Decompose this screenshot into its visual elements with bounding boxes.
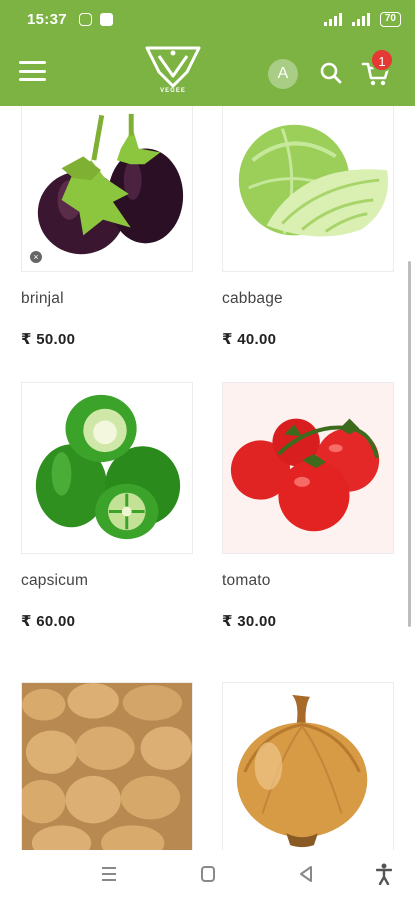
product-card-brinjal[interactable]: × brinjal ₹ 50.00	[21, 106, 193, 348]
product-card-onion[interactable]	[222, 682, 394, 850]
status-bar: 15:37 70	[0, 0, 415, 38]
product-name: cabbage	[222, 290, 283, 307]
home-button[interactable]	[200, 865, 216, 888]
recents-button[interactable]	[101, 865, 117, 888]
search-icon	[320, 62, 342, 84]
scrollbar[interactable]	[408, 261, 411, 627]
app-logo[interactable]: VEGEE	[143, 42, 203, 100]
product-card-cabbage[interactable]: cabbage ₹ 40.00	[222, 106, 394, 348]
message-icon	[99, 12, 113, 26]
product-card-potato[interactable]	[21, 682, 193, 850]
hamburger-icon-line	[19, 69, 46, 73]
product-grid: × brinjal ₹ 50.00 cabbage ₹ 40.00 capsic…	[0, 106, 415, 850]
product-image-capsicum[interactable]	[21, 382, 193, 554]
product-image-tomato[interactable]	[222, 382, 394, 554]
recents-icon	[102, 867, 116, 881]
app-header: VEGEE A 1	[0, 38, 415, 106]
notification-icons	[78, 12, 113, 26]
accessibility-icon	[375, 863, 393, 886]
product-price: ₹ 60.00	[21, 613, 76, 630]
product-price: ₹ 40.00	[222, 331, 277, 348]
avatar[interactable]: A	[268, 59, 298, 89]
signal-icon	[323, 12, 342, 26]
signal-icon-2	[351, 12, 370, 26]
product-price: ₹ 50.00	[21, 331, 76, 348]
status-right: 70	[323, 11, 401, 27]
back-icon	[300, 866, 312, 882]
system-nav-bar	[0, 850, 415, 900]
product-name: tomato	[222, 572, 271, 589]
status-time: 15:37	[27, 10, 67, 28]
hamburger-icon	[19, 61, 46, 64]
product-image-potato[interactable]	[21, 682, 193, 850]
product-image-onion[interactable]	[222, 682, 394, 850]
instagram-icon	[78, 12, 92, 26]
product-name: brinjal	[21, 290, 64, 307]
search-button[interactable]	[319, 61, 343, 85]
product-name: capsicum	[21, 572, 89, 589]
product-card-capsicum[interactable]: capsicum ₹ 60.00	[21, 382, 193, 630]
product-card-tomato[interactable]: tomato ₹ 30.00	[222, 382, 394, 630]
logo-text: VEGEE	[160, 88, 186, 94]
product-image-cabbage[interactable]	[222, 106, 394, 272]
battery-icon: 70	[379, 11, 401, 27]
share-icon[interactable]: ×	[30, 251, 42, 263]
back-button[interactable]	[298, 865, 314, 888]
home-icon	[201, 866, 215, 882]
product-price: ₹ 30.00	[222, 613, 277, 630]
accessibility-button[interactable]	[375, 863, 393, 890]
hamburger-icon-line	[19, 78, 46, 81]
product-image-brinjal[interactable]: ×	[21, 106, 193, 272]
cart-count-badge: 1	[370, 48, 394, 72]
menu-button[interactable]	[19, 61, 46, 81]
